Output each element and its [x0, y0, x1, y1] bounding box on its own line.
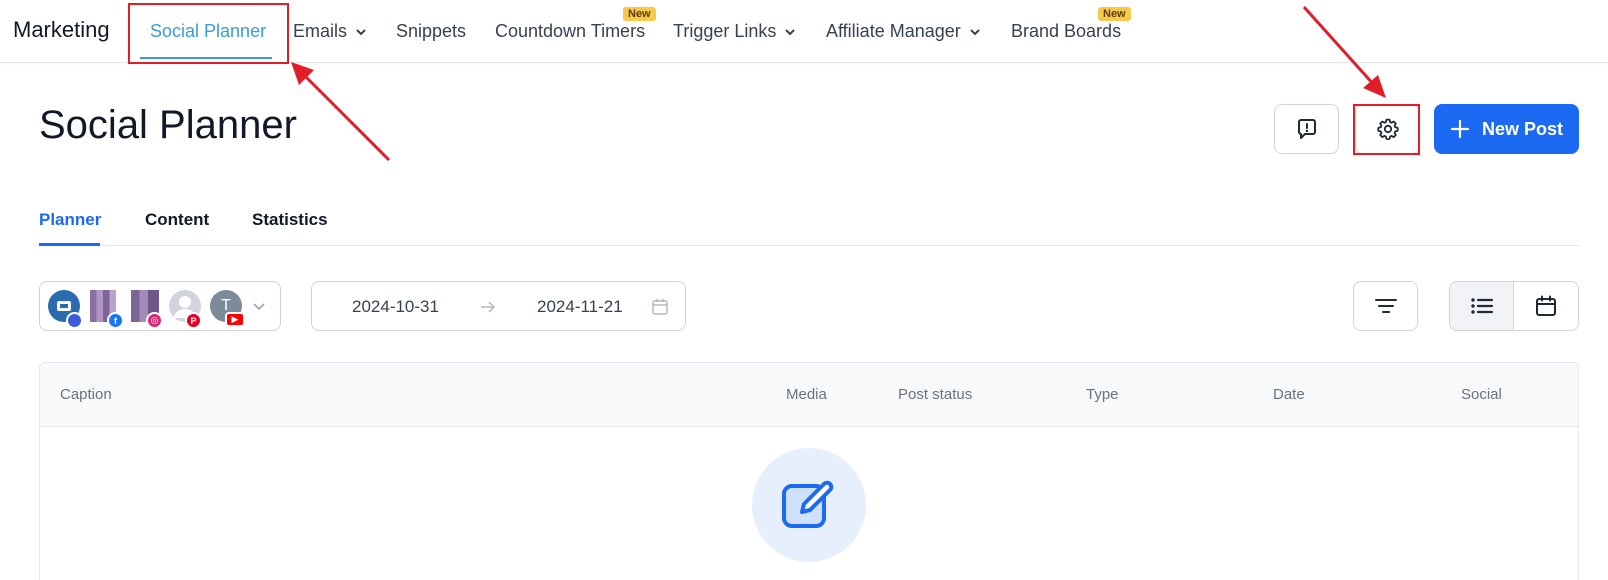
- view-toggle: [1449, 281, 1579, 331]
- tab-planner[interactable]: Planner: [39, 210, 101, 230]
- feedback-icon: [1297, 119, 1316, 139]
- tab-active-underline: [39, 243, 100, 246]
- calendar-view-button[interactable]: [1514, 282, 1578, 330]
- calendar-view-icon: [1536, 295, 1556, 316]
- filter-button[interactable]: [1353, 281, 1418, 331]
- date-range-picker[interactable]: 2024-10-31 2024-11-21: [311, 281, 686, 331]
- column-header-social: Social: [1461, 386, 1502, 403]
- nav-brand-boards[interactable]: Brand Boards: [1011, 21, 1121, 42]
- annotation-highlight-box: [1353, 104, 1420, 155]
- nav-snippets[interactable]: Snippets: [396, 21, 466, 42]
- list-view-icon: [1470, 298, 1493, 314]
- nav-label: Snippets: [396, 21, 467, 41]
- posts-table: Caption Media Post status Type Date Soci…: [39, 362, 1579, 580]
- nav-label: Brand Boards: [1011, 21, 1122, 41]
- google-business-icon: [66, 312, 83, 329]
- start-date[interactable]: 2024-10-31: [352, 297, 439, 317]
- column-header-date: Date: [1273, 386, 1305, 403]
- calendar-icon: [652, 299, 668, 315]
- brand-title: Marketing: [13, 17, 110, 42]
- empty-state-illustration: [752, 448, 866, 562]
- planner-tabs: Planner Content Statistics: [39, 206, 1579, 246]
- column-header-caption: Caption: [60, 386, 112, 403]
- column-header-type: Type: [1086, 386, 1119, 403]
- account-selector[interactable]: f ◎ P T ▶: [39, 281, 281, 331]
- facebook-icon: f: [107, 312, 124, 329]
- new-post-label: New Post: [1481, 118, 1564, 139]
- new-badge: New: [623, 7, 656, 21]
- tab-content[interactable]: Content: [145, 210, 209, 230]
- nav-label: Emails: [293, 21, 348, 41]
- nav-affiliate-manager[interactable]: Affiliate Manager: [826, 21, 981, 42]
- youtube-icon: ▶: [225, 312, 245, 327]
- instagram-icon: ◎: [146, 312, 163, 329]
- tab-statistics[interactable]: Statistics: [252, 210, 328, 230]
- feedback-button[interactable]: [1274, 104, 1339, 154]
- chevron-down-icon: [356, 28, 366, 35]
- column-header-media: Media: [786, 386, 827, 403]
- nav-label: Trigger Links: [673, 21, 777, 41]
- arrow-right-icon: [481, 301, 496, 313]
- table-header: Caption Media Post status Type Date Soci…: [40, 363, 1578, 427]
- nav-label: Affiliate Manager: [826, 21, 961, 41]
- filter-icon: [1374, 299, 1397, 313]
- new-post-button[interactable]: New Post: [1434, 104, 1579, 154]
- pinterest-icon: P: [185, 312, 202, 329]
- end-date[interactable]: 2024-11-21: [537, 297, 623, 317]
- list-view-button[interactable]: [1450, 282, 1514, 330]
- nav-emails[interactable]: Emails: [293, 21, 367, 42]
- chevron-down-icon: [970, 28, 980, 35]
- chevron-down-icon: [253, 303, 265, 311]
- plus-icon: [1450, 119, 1470, 139]
- column-header-post-status: Post status: [898, 386, 973, 403]
- chevron-down-icon: [785, 28, 796, 35]
- page-title: Social Planner: [39, 103, 297, 147]
- new-badge: New: [1098, 7, 1131, 21]
- annotation-highlight-box: [128, 3, 289, 64]
- nav-trigger-links[interactable]: Trigger Links: [673, 21, 796, 42]
- edit-icon: [782, 480, 834, 528]
- nav-countdown-timers[interactable]: Countdown Timers: [495, 21, 645, 42]
- nav-label: Countdown Timers: [495, 21, 646, 41]
